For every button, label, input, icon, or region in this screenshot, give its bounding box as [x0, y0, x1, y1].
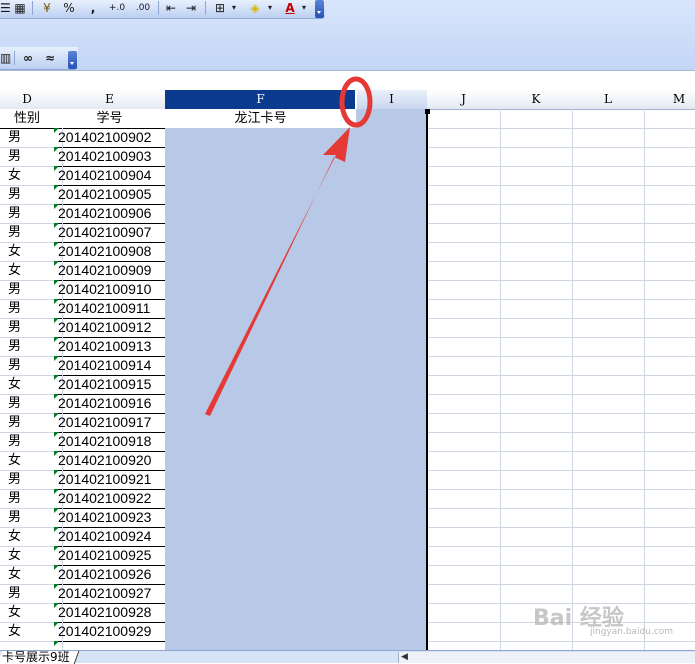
horizontal-scrollbar[interactable]: ◀: [398, 652, 695, 663]
annotation-overlay: [205, 76, 373, 416]
red-arrow-annotation: [205, 127, 350, 416]
sheet-tab-active[interactable]: 卡号展示9班: [0, 650, 80, 664]
sheet-tab-bar: 卡号展示9班 ◀: [0, 650, 695, 664]
red-circle-annotation: [339, 76, 373, 128]
scroll-left-icon[interactable]: ◀: [401, 653, 411, 662]
watermark-url: jingyan.baidu.com: [590, 627, 674, 637]
